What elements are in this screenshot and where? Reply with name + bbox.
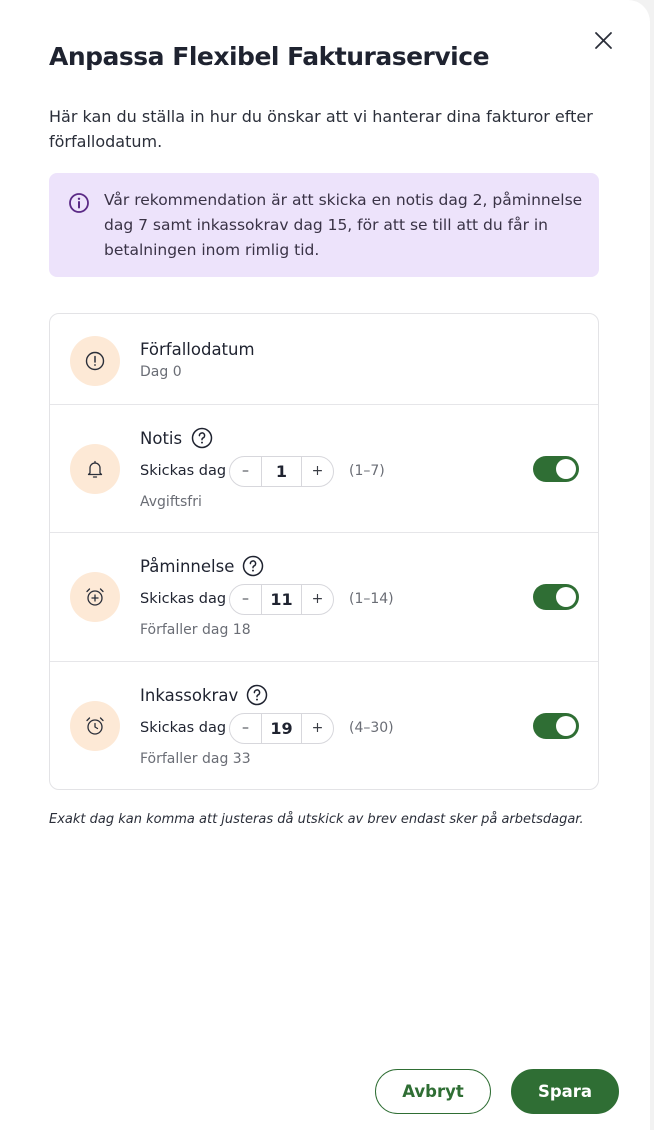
alarm-clock-icon (86, 717, 104, 735)
due-date-day: Dag 0 (140, 364, 182, 380)
notice-help-icon[interactable] (191, 427, 213, 449)
reminder-row: Påminnelse Skickas dag – 11 + (1–14) För… (50, 533, 598, 662)
collection-increment-button[interactable]: + (301, 714, 333, 743)
workday-footnote: Exakt dag kan komma att justeras då utsk… (49, 812, 584, 827)
dialog-title: Anpassa Flexibel Fakturaservice (49, 42, 490, 71)
close-icon (595, 32, 612, 49)
collection-label: Inkassokrav (140, 686, 239, 705)
notice-icon-badge (70, 444, 120, 494)
collection-decrement-button[interactable]: – (230, 714, 262, 743)
collection-row: Inkassokrav Skickas dag – 19 + (4–30) Fö… (50, 662, 598, 789)
collection-icon-badge (70, 701, 120, 751)
notice-decrement-button[interactable]: – (230, 457, 262, 486)
notice-day-stepper: – 1 + (229, 456, 334, 487)
notice-day-input[interactable]: 1 (262, 457, 301, 486)
toggle-knob (556, 459, 576, 479)
reminder-day-input[interactable]: 11 (262, 585, 301, 614)
info-icon (69, 193, 89, 213)
reminder-due-text: Förfaller dag 18 (140, 622, 251, 638)
reminder-increment-button[interactable]: + (301, 585, 333, 614)
recommendation-box: Vår rekommendation är att skicka en noti… (49, 173, 599, 277)
schedule-card: Förfallodatum Dag 0 Notis Skickas dag – (49, 313, 599, 790)
reminder-decrement-button[interactable]: – (230, 585, 262, 614)
collection-help-icon[interactable] (246, 684, 268, 706)
cancel-button[interactable]: Avbryt (375, 1069, 491, 1114)
due-date-row: Förfallodatum Dag 0 (50, 314, 598, 405)
close-button[interactable] (588, 25, 618, 55)
collection-send-label: Skickas dag (140, 720, 227, 736)
dialog-intro: Här kan du ställa in hur du önskar att v… (49, 107, 593, 151)
reminder-send-label: Skickas dag (140, 591, 227, 607)
notice-fee-text: Avgiftsfri (140, 494, 202, 510)
alarm-plus-icon (86, 588, 104, 606)
settings-dialog: Anpassa Flexibel Fakturaservice Här kan … (0, 0, 650, 1130)
reminder-icon-badge (70, 572, 120, 622)
notice-toggle[interactable] (533, 456, 579, 482)
reminder-label: Påminnelse (140, 557, 235, 576)
collection-day-stepper: – 19 + (229, 713, 334, 744)
collection-toggle[interactable] (533, 713, 579, 739)
collection-due-text: Förfaller dag 33 (140, 751, 251, 767)
reminder-toggle[interactable] (533, 584, 579, 610)
save-button[interactable]: Spara (511, 1069, 619, 1114)
notice-range: (1–7) (349, 463, 385, 479)
toggle-knob (556, 716, 576, 736)
reminder-day-stepper: – 11 + (229, 584, 334, 615)
toggle-knob (556, 587, 576, 607)
notice-send-label: Skickas dag (140, 463, 227, 479)
reminder-help-icon[interactable] (242, 555, 264, 577)
recommendation-text: Vår rekommendation är att skicka en noti… (104, 191, 583, 259)
collection-day-input[interactable]: 19 (262, 714, 301, 743)
notice-increment-button[interactable]: + (301, 457, 333, 486)
reminder-range: (1–14) (349, 591, 394, 607)
notice-label: Notis (140, 429, 183, 448)
due-date-icon-badge (70, 336, 120, 386)
bell-icon (87, 460, 103, 478)
notice-row: Notis Skickas dag – 1 + (1–7) Avgiftsfri (50, 405, 598, 533)
due-date-label: Förfallodatum (140, 340, 255, 359)
alert-circle-icon (85, 351, 105, 371)
collection-range: (4–30) (349, 720, 394, 736)
